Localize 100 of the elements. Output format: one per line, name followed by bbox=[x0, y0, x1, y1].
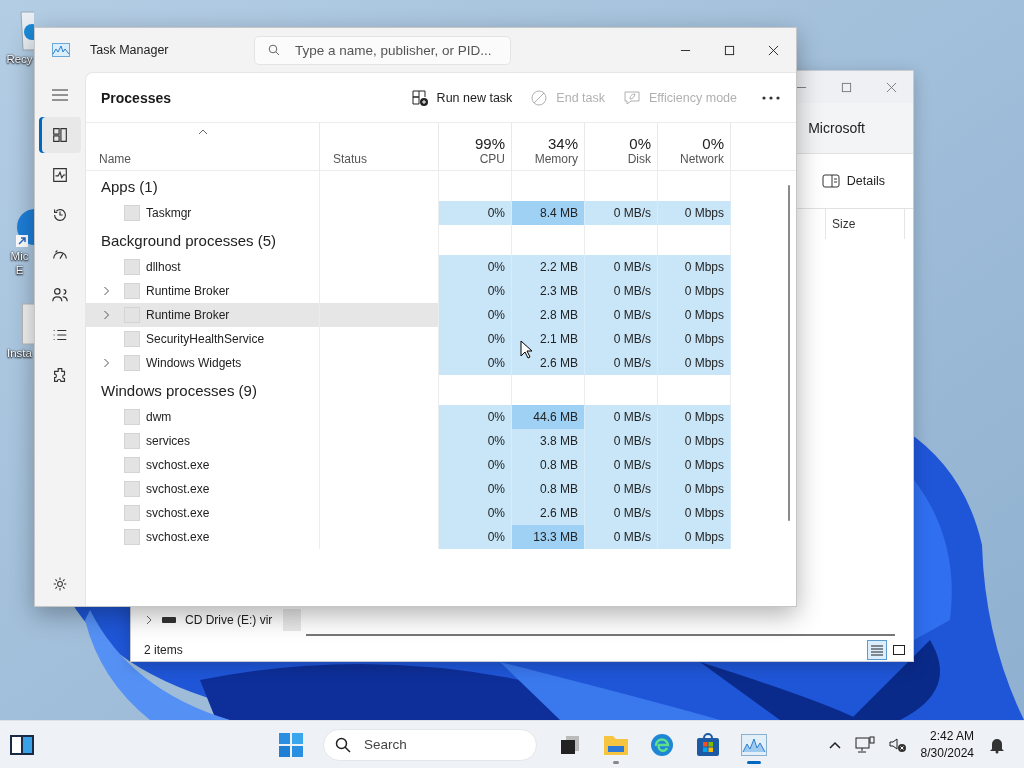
table-cell: 0 MB/s bbox=[585, 453, 658, 477]
process-icon bbox=[124, 409, 140, 425]
process-name: svchost.exe bbox=[146, 482, 210, 496]
table-cell: 0 Mbps bbox=[658, 201, 731, 225]
table-cell: 0% bbox=[439, 477, 512, 501]
app-chart-icon bbox=[52, 43, 70, 57]
column-header[interactable]: 0% Disk bbox=[585, 123, 658, 170]
address-text[interactable]: Microsoft bbox=[808, 120, 865, 136]
process-icon bbox=[124, 283, 140, 299]
table-cell: 0 MB/s bbox=[585, 279, 658, 303]
window-title: Task Manager bbox=[90, 43, 170, 57]
process-icon bbox=[124, 505, 140, 521]
table-cell: 0 Mbps bbox=[658, 525, 731, 549]
desktop-icon-label: Recy bbox=[6, 52, 33, 66]
settings-icon[interactable] bbox=[52, 576, 68, 592]
sort-caret-icon bbox=[197, 129, 208, 135]
drive-icon bbox=[162, 617, 176, 623]
table-cell: 0% bbox=[439, 255, 512, 279]
column-header[interactable]: Name bbox=[86, 123, 320, 170]
column-header[interactable]: Size bbox=[825, 209, 905, 239]
process-icon bbox=[124, 529, 140, 545]
table-cell: 0 Mbps bbox=[658, 351, 731, 375]
widgets-icon[interactable] bbox=[9, 733, 35, 756]
process-icon bbox=[124, 457, 140, 473]
history-icon bbox=[51, 206, 69, 224]
network-icon[interactable] bbox=[854, 735, 875, 754]
group-heading: Windows processes (9) bbox=[101, 381, 257, 399]
process-icon bbox=[124, 355, 140, 371]
table-cell: 0 Mbps bbox=[658, 405, 731, 429]
column-header[interactable]: 99% CPU bbox=[439, 123, 512, 170]
process-name: svchost.exe bbox=[146, 530, 210, 544]
table-cell: 0% bbox=[439, 405, 512, 429]
clock-time[interactable]: 2:42 AM bbox=[929, 727, 974, 745]
table-cell: 0 Mbps bbox=[658, 279, 731, 303]
search-icon bbox=[268, 43, 280, 56]
page-title: Processes bbox=[101, 89, 172, 106]
maximize-icon[interactable] bbox=[724, 44, 735, 56]
table-cell: 0 Mbps bbox=[658, 501, 731, 525]
column-header[interactable]: 34% Memory bbox=[512, 123, 585, 170]
table-cell: 0 MB/s bbox=[585, 255, 658, 279]
table-cell: 0 Mbps bbox=[658, 429, 731, 453]
process-name: Runtime Broker bbox=[146, 284, 230, 298]
table-cell: 0% bbox=[439, 453, 512, 477]
chevron-up-icon[interactable] bbox=[828, 740, 841, 749]
menu-icon[interactable] bbox=[52, 89, 68, 101]
table-cell: 0% bbox=[439, 429, 512, 453]
table-cell: 0 MB/s bbox=[585, 201, 658, 225]
table-cell: 0 MB/s bbox=[585, 525, 658, 549]
group-heading: Apps (1) bbox=[101, 177, 158, 195]
table-cell: 2.8 MB bbox=[512, 303, 585, 327]
table-cell: 0% bbox=[439, 201, 512, 225]
speaker-muted-icon[interactable] bbox=[888, 735, 907, 754]
recycle-bin-icon[interactable] bbox=[20, 8, 34, 52]
table-cell: 2.1 MB bbox=[512, 327, 585, 351]
item-count: 2 items bbox=[144, 643, 183, 657]
search-field[interactable]: Type a name, publisher, or PID... bbox=[254, 35, 511, 65]
details-button[interactable]: Details bbox=[815, 170, 891, 192]
table-cell: 0 MB/s bbox=[585, 351, 658, 375]
table-cell: 8.4 MB bbox=[512, 201, 585, 225]
processes-icon bbox=[51, 126, 69, 144]
table-cell: 0 Mbps bbox=[658, 303, 731, 327]
tree-item[interactable]: CD Drive (E:) vir bbox=[185, 613, 273, 627]
table-cell: 0 MB/s bbox=[585, 501, 658, 525]
table-cell: 0% bbox=[439, 351, 512, 375]
process-name: SecurityHealthService bbox=[146, 332, 265, 346]
table-cell: 0.8 MB bbox=[512, 453, 585, 477]
clock-date[interactable]: 8/30/2024 bbox=[920, 744, 974, 762]
chevron-icon[interactable] bbox=[145, 615, 153, 625]
process-icon bbox=[124, 259, 140, 275]
start-icon[interactable] bbox=[279, 732, 303, 757]
scrollbar[interactable] bbox=[788, 185, 790, 521]
run-new-task-button[interactable]: Run new task bbox=[403, 84, 520, 111]
process-name: svchost.exe bbox=[146, 458, 210, 472]
table-cell: 0 MB/s bbox=[585, 477, 658, 501]
close-icon[interactable] bbox=[768, 44, 779, 56]
add-window-icon bbox=[410, 88, 429, 107]
table-cell: 2.3 MB bbox=[512, 279, 585, 303]
nav-item[interactable] bbox=[39, 117, 81, 153]
process-icon bbox=[124, 433, 140, 449]
process-name: Runtime Broker bbox=[146, 308, 230, 322]
column-header[interactable]: Status bbox=[320, 123, 439, 170]
table-cell: 3.8 MB bbox=[512, 429, 585, 453]
users-icon bbox=[51, 286, 69, 304]
search-icon bbox=[335, 736, 351, 753]
process-name: dllhost bbox=[146, 260, 181, 274]
scrollbar[interactable] bbox=[306, 634, 895, 636]
process-icon bbox=[124, 481, 140, 497]
table-cell: 0 Mbps bbox=[658, 255, 731, 279]
table-cell: 0 MB/s bbox=[585, 327, 658, 351]
table-cell: 0 MB/s bbox=[585, 429, 658, 453]
more-options-icon[interactable] bbox=[762, 95, 780, 100]
desktop-icon-label: Insta bbox=[7, 346, 32, 360]
group-heading: Background processes (5) bbox=[101, 231, 277, 249]
cursor-icon bbox=[520, 340, 532, 359]
column-header[interactable]: 0% Network bbox=[658, 123, 731, 170]
process-name: svchost.exe bbox=[146, 506, 210, 520]
table-cell: 0 MB/s bbox=[585, 303, 658, 327]
table-cell: 0 Mbps bbox=[658, 477, 731, 501]
taskbar-search-field[interactable]: Search bbox=[323, 728, 537, 761]
details-pane-icon bbox=[821, 174, 840, 188]
